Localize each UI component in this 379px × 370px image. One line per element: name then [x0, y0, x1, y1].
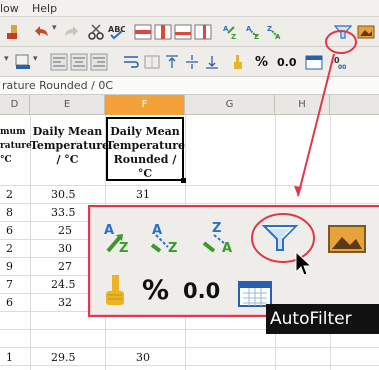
svg-text:Z: Z: [212, 221, 221, 236]
svg-text:Z: Z: [267, 25, 272, 33]
wrap-text-icon[interactable]: [122, 53, 140, 71]
align-center-icon[interactable]: [70, 53, 88, 71]
add-decimal-icon[interactable]: .000: [330, 53, 348, 71]
cut-icon[interactable]: [87, 23, 105, 41]
insert-image-icon[interactable]: [328, 225, 366, 253]
cell-d-8[interactable]: 1: [6, 351, 13, 364]
font-color-dropdown-icon[interactable]: ▾: [4, 54, 9, 64]
svg-text:Z: Z: [119, 241, 128, 255]
cell-e-6[interactable]: 24.5: [51, 278, 76, 291]
menu-bar: low Help: [0, 0, 379, 17]
column-header-h[interactable]: H: [275, 95, 330, 115]
cell-d-5[interactable]: 9: [6, 260, 13, 273]
autofilter-icon[interactable]: [334, 23, 352, 41]
standard-toolbar: ▾ ABC AZ AZ ZA: [0, 17, 379, 47]
column-header-i[interactable]: [330, 95, 379, 115]
cell-e-7[interactable]: 32: [58, 296, 72, 309]
sort-icon[interactable]: Z A: [198, 219, 238, 255]
undo-icon[interactable]: [33, 23, 51, 41]
align-bottom-icon[interactable]: [203, 53, 221, 71]
column-header-f[interactable]: F: [105, 95, 185, 115]
svg-text:Z: Z: [168, 241, 177, 255]
spellcheck-icon[interactable]: ABC: [107, 23, 125, 41]
cell-d-4[interactable]: 2: [6, 242, 13, 255]
cell-f-1[interactable]: 31: [136, 188, 150, 201]
align-left-icon[interactable]: [50, 53, 68, 71]
insert-column-icon[interactable]: [154, 23, 172, 41]
currency-icon[interactable]: [104, 273, 130, 307]
sort-descending-icon[interactable]: A Z: [150, 221, 184, 255]
cell-f-8[interactable]: 30: [136, 351, 150, 364]
cell-e-1[interactable]: 30.5: [51, 188, 76, 201]
currency-icon[interactable]: [230, 53, 248, 71]
header-cell-d[interactable]: mum rature °C: [0, 125, 32, 167]
zoom-callout-panel: A Z A Z Z A % 0.0: [88, 205, 379, 317]
cell-e-4[interactable]: 30: [58, 242, 72, 255]
percent-format-button[interactable]: %: [255, 55, 268, 70]
svg-text:A: A: [104, 223, 114, 238]
cell-e-3[interactable]: 25: [58, 224, 72, 237]
header-d-line-1: mum: [0, 127, 26, 137]
cell-d-7[interactable]: 6: [6, 296, 13, 309]
background-color-dropdown-icon[interactable]: ▾: [33, 54, 38, 64]
cell-content: rature Rounded / 0C: [2, 79, 114, 92]
header-e-line-1: Daily Mean: [32, 125, 103, 138]
paintbrush-icon[interactable]: [4, 23, 22, 41]
sort-ascending-icon[interactable]: A Z: [102, 221, 136, 255]
column-header-e[interactable]: E: [30, 95, 105, 115]
header-cell-e[interactable]: Daily Mean Temperature / °C: [30, 125, 110, 167]
formatting-toolbar: ▾ ▾ % 0.0 .0 00: [0, 47, 379, 77]
sort-descending-icon[interactable]: AZ: [245, 23, 263, 41]
svg-text:00: 00: [338, 64, 346, 71]
number-format-button[interactable]: 0.0: [277, 56, 297, 69]
menu-item-help[interactable]: Help: [32, 2, 57, 15]
cell-e-5[interactable]: 27: [58, 260, 72, 273]
date-format-icon[interactable]: [305, 53, 323, 71]
percent-format-button[interactable]: %: [142, 275, 169, 306]
autofilter-icon[interactable]: [262, 223, 298, 253]
number-format-button[interactable]: 0.0: [183, 279, 220, 303]
header-d-line-2: rature: [0, 141, 32, 151]
active-cell-cursor: [106, 117, 186, 183]
cell-e-8[interactable]: 29.5: [51, 351, 76, 364]
header-e-line-3: / °C: [56, 153, 79, 166]
column-headers: D E F G H: [0, 95, 379, 115]
header-e-line-2: Temperature: [30, 139, 110, 152]
menu-item-window[interactable]: low: [0, 2, 19, 15]
cell-d-1[interactable]: 2: [6, 188, 13, 201]
cell-d-6[interactable]: 7: [6, 278, 13, 291]
insert-row-icon[interactable]: [134, 23, 152, 41]
cell-d-3[interactable]: 6: [6, 224, 13, 237]
column-header-d[interactable]: D: [0, 95, 30, 115]
column-header-g[interactable]: G: [185, 95, 275, 115]
formula-bar[interactable]: rature Rounded / 0C: [0, 77, 379, 95]
undo-dropdown-icon[interactable]: ▾: [52, 23, 57, 33]
redo-icon[interactable]: [62, 23, 80, 41]
svg-text:ABC: ABC: [108, 25, 125, 34]
delete-column-icon[interactable]: [194, 23, 212, 41]
merge-cells-icon[interactable]: [143, 53, 161, 71]
sort-icon[interactable]: ZA: [266, 23, 284, 41]
cell-d-2[interactable]: 8: [6, 206, 13, 219]
delete-row-icon[interactable]: [174, 23, 192, 41]
align-top-icon[interactable]: [163, 53, 181, 71]
sort-ascending-icon[interactable]: AZ: [222, 23, 240, 41]
background-color-icon[interactable]: [14, 53, 32, 71]
cell-e-2[interactable]: 33.5: [51, 206, 76, 219]
align-middle-icon[interactable]: [183, 53, 201, 71]
align-right-icon[interactable]: [90, 53, 108, 71]
autofilter-tooltip: AutoFilter: [266, 304, 379, 334]
header-d-line-3: °C: [0, 155, 12, 165]
svg-text:Z: Z: [231, 33, 236, 41]
insert-image-icon[interactable]: [357, 23, 375, 41]
